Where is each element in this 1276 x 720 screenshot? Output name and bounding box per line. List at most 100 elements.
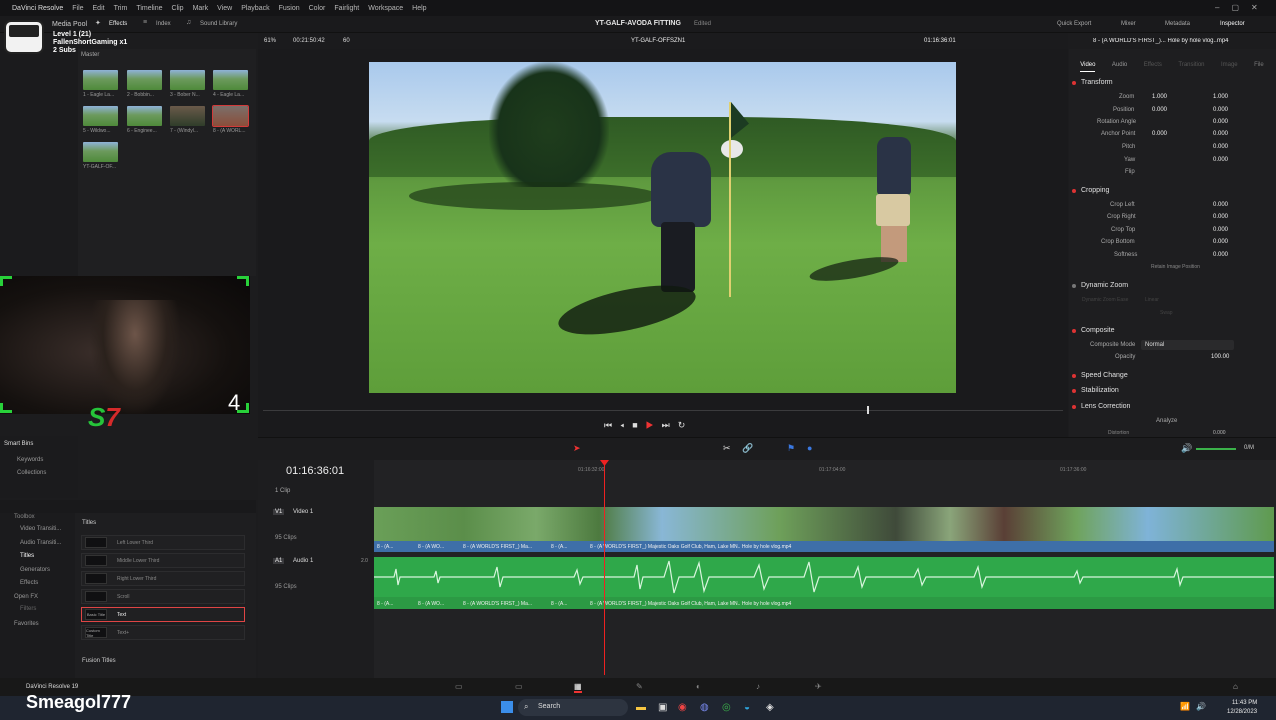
chrome-icon[interactable]: ◉ (678, 702, 687, 713)
enable-dot[interactable] (1072, 373, 1076, 378)
viewer-frame[interactable] (369, 62, 956, 393)
menu-workspace[interactable]: Workspace (368, 5, 403, 12)
page-cut-icon[interactable]: ▭ (515, 682, 523, 691)
crop-left-value[interactable]: 0.000 (1213, 202, 1228, 208)
taskbar-time[interactable]: 11:43 PM (1232, 700, 1257, 706)
media-thumb[interactable] (83, 142, 118, 162)
speed-change-section[interactable]: Speed Change (1072, 372, 1128, 379)
viewer-playhead[interactable] (867, 406, 869, 414)
title-text[interactable]: Basic Title Text (81, 607, 245, 622)
video-transitions-item[interactable]: Video Transiti... (20, 526, 61, 532)
generators-item[interactable]: Generators (20, 567, 50, 573)
resolve-taskbar-icon[interactable]: ◈ (766, 702, 774, 713)
open-fx-item[interactable]: Open FX (14, 594, 38, 600)
favorites-item[interactable]: Favorites (14, 621, 39, 627)
anchor-x[interactable]: 0.000 (1152, 131, 1167, 137)
mixer-button[interactable]: Mixer (1121, 21, 1136, 27)
effects-icon[interactable]: ✦ (95, 19, 101, 27)
cropping-section[interactable]: Cropping (1072, 187, 1109, 194)
taskbar-search[interactable] (518, 699, 628, 716)
minimize-icon[interactable]: – (1215, 3, 1231, 12)
dynamic-zoom-section[interactable]: Dynamic Zoom (1072, 282, 1128, 289)
enable-dot[interactable] (1072, 283, 1076, 288)
zoom-level[interactable]: 61% (264, 38, 276, 44)
blade-tool-icon[interactable]: ✂ (723, 443, 731, 454)
zoom-y[interactable]: 1.000 (1213, 94, 1228, 100)
taskbar-date[interactable]: 12/28/2023 (1227, 709, 1257, 715)
marker-icon[interactable]: ● (807, 443, 812, 453)
title-left-lower-third[interactable]: Left Lower Third (81, 535, 245, 550)
media-pool-tab[interactable]: Media Pool (52, 21, 87, 28)
menu-fusion[interactable]: Fusion (279, 5, 300, 12)
titles-item[interactable]: Titles (20, 553, 34, 559)
effects-item[interactable]: Effects (20, 580, 38, 586)
enable-dot[interactable] (1072, 388, 1076, 393)
media-thumb[interactable] (127, 70, 162, 90)
smart-bin-keywords[interactable]: Keywords (17, 457, 43, 463)
media-thumb[interactable] (127, 106, 162, 126)
file-explorer-icon[interactable]: ▬ (636, 702, 646, 713)
step-back-icon[interactable]: ◂ (620, 420, 632, 430)
media-thumb[interactable] (83, 106, 118, 126)
store-icon[interactable]: ▣ (658, 702, 667, 713)
title-right-lower-third[interactable]: Right Lower Third (81, 571, 245, 586)
title-middle-lower-third[interactable]: Middle Lower Third (81, 553, 245, 568)
dz-ease-value[interactable]: Linear (1145, 297, 1159, 303)
page-fairlight-icon[interactable]: ♪ (756, 682, 760, 691)
softness-value[interactable]: 0.000 (1213, 252, 1228, 258)
stop-icon[interactable]: ■ (632, 420, 645, 430)
enable-dot[interactable] (1072, 328, 1076, 333)
volume-slider[interactable] (1196, 448, 1236, 450)
sound-library-icon[interactable]: ♫ (186, 19, 191, 26)
rotation-value[interactable]: 0.000 (1213, 119, 1228, 125)
fusion-titles-header[interactable]: Fusion Titles (82, 658, 116, 664)
edge-icon[interactable]: ◒ (744, 702, 750, 713)
enable-dot[interactable] (1072, 404, 1076, 409)
menu-mark[interactable]: Mark (193, 5, 209, 12)
media-thumb[interactable] (170, 106, 205, 126)
menu-help[interactable]: Help (412, 5, 426, 12)
media-thumb[interactable] (170, 70, 205, 90)
link-icon[interactable]: 🔗 (742, 443, 753, 454)
app-menu[interactable]: DaVinci Resolve (12, 5, 63, 12)
flag-icon[interactable]: ⚑ (787, 443, 795, 454)
lens-correction-section[interactable]: Lens Correction (1072, 403, 1130, 410)
play-icon[interactable]: ▶ (646, 420, 662, 430)
skip-start-icon[interactable]: ⏮ (604, 420, 620, 430)
maximize-icon[interactable]: ▢ (1231, 3, 1251, 12)
page-deliver-icon[interactable]: ✈ (815, 682, 822, 691)
windows-start-icon[interactable] (501, 701, 513, 713)
skip-end-icon[interactable]: ⏭ (662, 420, 678, 430)
inspector-tab-file[interactable]: File (1254, 52, 1264, 72)
filters-item[interactable]: Filters (20, 606, 36, 612)
pitch-value[interactable]: 0.000 (1213, 144, 1228, 150)
enable-dot[interactable] (1072, 188, 1076, 193)
timeline-playhead[interactable] (604, 460, 605, 675)
home-icon[interactable]: ⌂ (1233, 682, 1238, 691)
opacity-value[interactable]: 100.00 (1211, 354, 1229, 360)
menu-file[interactable]: File (72, 5, 83, 12)
page-fusion-icon[interactable]: ✎ (636, 682, 643, 691)
discord-icon[interactable]: ◍ (700, 702, 709, 713)
media-thumb[interactable] (213, 70, 248, 90)
retain-position-checkbox[interactable]: Retain Image Position (1151, 264, 1200, 270)
wifi-icon[interactable]: 📶 (1180, 702, 1190, 711)
media-thumb[interactable] (83, 70, 118, 90)
quick-export-button[interactable]: Quick Export (1057, 21, 1091, 27)
inspector-tab-transition[interactable]: Transition (1178, 52, 1204, 72)
audio-transitions-item[interactable]: Audio Transiti... (20, 540, 61, 546)
page-media-icon[interactable]: ▭ (455, 682, 463, 691)
toolbox-item[interactable]: Toolbox (14, 514, 35, 520)
video-track-clips[interactable] (374, 507, 1274, 541)
menu-view[interactable]: View (217, 5, 232, 12)
index-tab[interactable]: Index (156, 21, 171, 27)
menu-clip[interactable]: Clip (172, 5, 184, 12)
stabilization-section[interactable]: Stabilization (1072, 387, 1119, 394)
bin-master[interactable]: Master (81, 52, 99, 58)
inspector-tab-image[interactable]: Image (1221, 52, 1238, 72)
title-text-plus[interactable]: Custom Title Text+ (81, 625, 245, 640)
volume-icon[interactable]: 🔊 (1181, 443, 1192, 454)
smart-bin-collections[interactable]: Collections (17, 470, 46, 476)
a1-badge[interactable]: A1 (273, 558, 285, 564)
audio1-track-name[interactable]: Audio 1 (293, 558, 313, 564)
